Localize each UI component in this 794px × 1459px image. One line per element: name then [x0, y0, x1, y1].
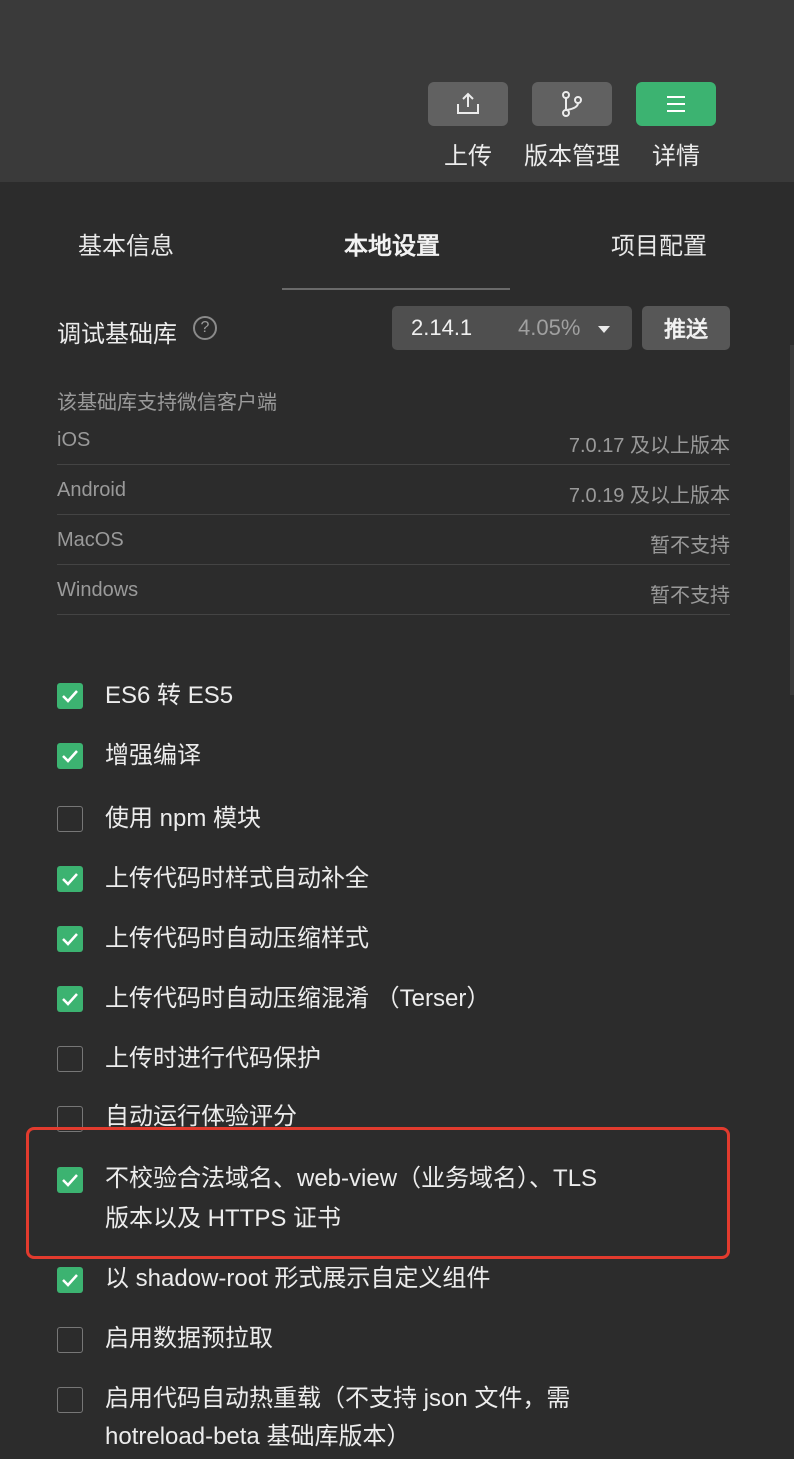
- option-label: 上传代码时样式自动补全: [105, 865, 369, 892]
- upload-button[interactable]: [428, 82, 508, 126]
- option-label: ES6 转 ES5: [105, 682, 234, 709]
- option-label: 以 shadow-root 形式展示自定义组件: [105, 1265, 491, 1292]
- checkbox[interactable]: [57, 743, 83, 769]
- check-icon: [62, 690, 78, 703]
- library-usage-percent: 4.05%: [518, 315, 581, 340]
- tab-basic-info[interactable]: 基本信息: [78, 226, 174, 261]
- menu-icon: [667, 96, 685, 112]
- support-row-android: Android 7.0.19 及以上版本: [57, 464, 730, 515]
- option-label: 上传时进行代码保护: [105, 1045, 321, 1072]
- details-label: 详情: [652, 143, 700, 170]
- check-icon: [62, 993, 78, 1006]
- support-row-macos: MacOS 暂不支持: [57, 514, 730, 565]
- option-hot-reload: 启用代码自动热重载（不支持 json 文件，需 hotreload-beta 基…: [57, 1379, 717, 1459]
- version-management-label: 版本管理: [524, 143, 620, 170]
- branch-icon: [562, 91, 582, 117]
- checkbox[interactable]: [57, 986, 83, 1012]
- highlight-box: [26, 1127, 730, 1259]
- checkbox[interactable]: [57, 1046, 83, 1072]
- platform-support: 7.0.19 及以上版本: [568, 485, 730, 507]
- platform-name: MacOS: [57, 529, 124, 551]
- checkbox[interactable]: [57, 1327, 83, 1353]
- debug-library-label: 调试基础库: [57, 321, 177, 348]
- option-label: 使用 npm 模块: [105, 805, 262, 832]
- check-icon: [62, 873, 78, 886]
- support-title: 该基础库支持微信客户端: [57, 392, 277, 414]
- tab-project-config[interactable]: 项目配置: [611, 226, 707, 261]
- platform-name: Android: [57, 479, 126, 501]
- version-management-button[interactable]: [532, 82, 612, 126]
- option-label: 上传代码时自动压缩样式: [105, 925, 369, 952]
- option-label: 上传代码时自动压缩混淆 （Terser）: [105, 985, 491, 1012]
- active-tab-indicator: [282, 288, 510, 290]
- upload-label: 上传: [444, 143, 492, 170]
- settings-tabs: 基本信息 本地设置 项目配置: [0, 182, 794, 290]
- checkbox[interactable]: [57, 1267, 83, 1293]
- upload-icon: [457, 92, 479, 114]
- check-icon: [62, 1274, 78, 1287]
- platform-support: 7.0.17 及以上版本: [568, 435, 730, 457]
- option-label: 启用数据预拉取: [105, 1325, 273, 1352]
- check-icon: [62, 750, 78, 763]
- help-icon[interactable]: ?: [193, 316, 217, 340]
- caret-down-icon: [598, 326, 610, 333]
- details-button[interactable]: [636, 82, 716, 126]
- platform-support: 暂不支持: [650, 585, 730, 607]
- option-label-line2: hotreload-beta 基础库版本）: [105, 1423, 411, 1450]
- checkbox[interactable]: [57, 806, 83, 832]
- platform-support: 暂不支持: [650, 535, 730, 557]
- check-icon: [62, 933, 78, 946]
- tab-local-settings[interactable]: 本地设置: [344, 226, 440, 261]
- platform-name: Windows: [57, 579, 139, 601]
- checkbox[interactable]: [57, 1387, 83, 1413]
- checkbox[interactable]: [57, 866, 83, 892]
- push-button[interactable]: 推送: [642, 306, 730, 350]
- checkbox[interactable]: [57, 926, 83, 952]
- library-version: 2.14.1: [411, 315, 473, 340]
- support-row-ios: iOS 7.0.17 及以上版本: [57, 414, 730, 465]
- scrollbar[interactable]: [790, 345, 794, 695]
- platform-name: iOS: [57, 429, 91, 451]
- option-label: 增强编译: [105, 742, 201, 769]
- checkbox[interactable]: [57, 683, 83, 709]
- library-version-select[interactable]: 2.14.1 4.05%: [392, 306, 632, 350]
- option-label: 启用代码自动热重载（不支持 json 文件，需: [105, 1385, 571, 1412]
- support-row-windows: Windows 暂不支持: [57, 564, 730, 615]
- top-toolbar: 上传 版本管理 详情: [0, 0, 794, 182]
